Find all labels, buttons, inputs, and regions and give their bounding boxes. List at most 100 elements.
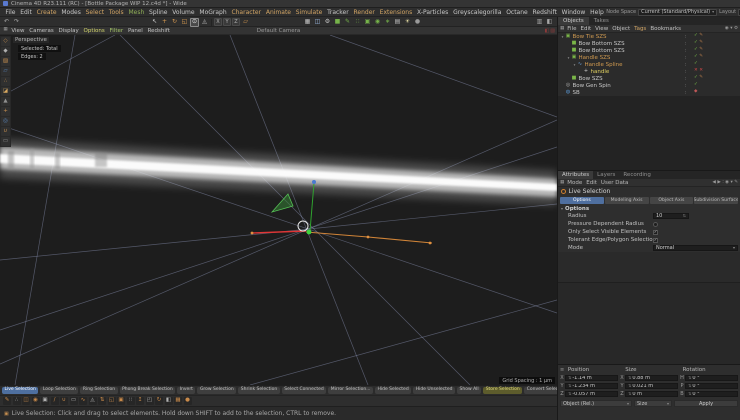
stepper-icon[interactable]: ⇅ (688, 392, 691, 396)
normal-move-icon[interactable]: ↥ (136, 397, 144, 405)
smooth-shift-icon[interactable]: ◬ (89, 397, 97, 405)
object-name[interactable]: Bow Bottom SZS (577, 41, 625, 47)
light-button[interactable]: ☀ (403, 18, 412, 27)
attr-history-icon[interactable]: ∶ (722, 180, 723, 185)
attr-back-icon[interactable]: ◀ (712, 180, 715, 185)
attr-forward-icon[interactable]: ▶ (717, 180, 720, 185)
workplane-mode-icon[interactable]: ▱ (1, 67, 10, 76)
extrude-icon[interactable]: ⇅ (98, 397, 106, 405)
render-view-button[interactable]: ▦ (303, 18, 312, 27)
stepper-icon[interactable]: ⇅ (688, 376, 691, 380)
om-menu-item[interactable]: View (593, 26, 610, 32)
selection-command-button[interactable]: Live Selection (2, 387, 38, 395)
menu-item[interactable]: Simulate (293, 9, 324, 16)
rotate-tool-icon[interactable]: ↻ (170, 18, 179, 27)
bridge-icon[interactable]: ◫ (22, 397, 30, 405)
om-settings-icon[interactable]: ⚙ (734, 26, 738, 31)
knife-icon[interactable]: ∕ (51, 397, 59, 405)
visibility-dots-icon[interactable]: ∶ (685, 48, 686, 54)
camera-button[interactable]: ▤ (393, 18, 402, 27)
undo-icon[interactable]: ↶ (2, 18, 11, 27)
x-axis-handle[interactable] (252, 231, 306, 233)
om-menu-item[interactable]: Tags (632, 26, 648, 32)
make-editable-icon[interactable]: ◇ (1, 37, 10, 46)
stepper-icon[interactable]: ⇅ (568, 384, 571, 388)
object-tag-icon[interactable]: ✎ (699, 55, 703, 60)
select-tool-icon[interactable]: ↖ (150, 18, 159, 27)
viewport-swap-icon[interactable]: ◧ (545, 28, 550, 34)
rotation-field[interactable]: ⇅0 ° (685, 391, 738, 397)
render-settings-button[interactable]: ⚙ (323, 18, 332, 27)
object-name[interactable]: Bow Bottom SZS (577, 48, 625, 54)
size-field[interactable]: ⇅0 m (625, 391, 678, 397)
attr-search-icon[interactable]: ◉ (725, 180, 729, 185)
object-row[interactable]: ▾ ▣ Bow Tie SZS ∶ ✓ ✎ (558, 33, 740, 40)
selection-command-button[interactable]: Invert (177, 387, 195, 395)
workplane-icon[interactable]: ▱ (241, 18, 250, 27)
stepper-icon[interactable]: ⇅ (628, 392, 631, 396)
normal-rotate-icon[interactable]: ↻ (155, 397, 163, 405)
menu-item[interactable]: Redshift (530, 9, 559, 16)
viewport-menu-item[interactable]: Options (81, 28, 107, 34)
section-tab[interactable]: Subdivision Surface (694, 197, 738, 204)
object-tag-icon[interactable]: ✓ (694, 34, 698, 39)
move-tool-icon[interactable]: + (160, 18, 169, 27)
viewport-menu-item[interactable]: Filter (107, 28, 125, 34)
attr-menu-item[interactable]: Edit (584, 180, 599, 186)
om-menu-item[interactable]: Object (610, 26, 632, 32)
attr-filter-icon[interactable]: ▾ (730, 180, 732, 185)
live-selection-tool-icon[interactable]: ⊙ (190, 18, 199, 27)
enable-axis-icon[interactable]: + (1, 107, 10, 116)
selection-command-button[interactable]: Grow Selection (197, 387, 236, 395)
polygon-pen-icon[interactable]: ✎ (3, 397, 11, 405)
tab-takes[interactable]: Takes (589, 17, 614, 25)
polygons-mode-icon[interactable]: ▲ (1, 97, 10, 106)
selected-point[interactable] (307, 230, 312, 235)
menu-item[interactable]: Volume (170, 9, 197, 16)
object-row[interactable]: + handle ∶ ✕ ✕ (558, 68, 740, 75)
spline-point[interactable] (429, 242, 432, 245)
menu-item[interactable]: File (3, 9, 18, 16)
selection-command-button[interactable]: Show All (457, 387, 481, 395)
menu-item[interactable]: X-Particles (415, 9, 451, 16)
object-name[interactable]: Handle Spline (583, 62, 623, 68)
menu-item[interactable]: MoGraph (197, 9, 229, 16)
menu-item[interactable]: Modes (59, 9, 83, 16)
close-hole-icon[interactable]: ▣ (41, 397, 49, 405)
object-name[interactable]: Bow Gen Spin (571, 83, 611, 89)
om-search-icon[interactable]: ◉ (725, 26, 729, 31)
mograph-button[interactable]: ∷ (353, 18, 362, 27)
object-tag-icon[interactable]: ✓ (694, 41, 698, 46)
options-group-header[interactable]: ▾ Options (558, 205, 740, 212)
node-space-select[interactable]: Current (Standard/Physical) ▾ (638, 9, 717, 16)
menu-item[interactable]: Tools (107, 9, 127, 16)
scale-tool-icon[interactable]: ◱ (180, 18, 189, 27)
matrix-extrude-icon[interactable]: ∷ (127, 397, 135, 405)
viewport-panel-icon[interactable]: ▦ (2, 27, 9, 34)
viewport-menu-item[interactable]: Cameras (27, 28, 56, 34)
object-tag-icon[interactable]: ✓ (694, 76, 698, 81)
tab-objects[interactable]: Objects (558, 17, 589, 25)
rotation-field[interactable]: ⇅0 ° (685, 375, 738, 381)
menu-item[interactable]: Octane (504, 9, 530, 16)
position-field[interactable]: ⇅-1.234 m (565, 383, 618, 389)
position-field[interactable]: ⇅-1.14 m (565, 375, 618, 381)
viewport-solo-icon[interactable]: ◎ (1, 117, 10, 126)
weld-icon[interactable]: ● (184, 397, 192, 405)
rotation-field[interactable]: ⇅0 ° (685, 383, 738, 389)
stepper-icon[interactable]: ⇅ (628, 376, 631, 380)
object-name[interactable]: Handle SZS (577, 55, 610, 61)
material-button[interactable]: ● (413, 18, 422, 27)
menu-item[interactable]: Spline (147, 9, 170, 16)
object-name[interactable]: Bow Tie SZS (571, 34, 607, 40)
edges-mode-icon[interactable]: ◪ (1, 87, 10, 96)
position-field[interactable]: ⇅-0.057 m (565, 391, 618, 397)
object-row[interactable]: ▾ ∿ Handle Spline ∶ ✓ (558, 61, 740, 68)
object-tag-icon[interactable]: ✓ (694, 48, 698, 53)
add-cube-button[interactable]: ■ (333, 18, 342, 27)
z-axis-handle-dot[interactable] (312, 180, 316, 184)
object-row[interactable]: ◍ SB ∶ ◆ (558, 89, 740, 96)
pressure-radius-checkbox[interactable] (653, 222, 658, 227)
selection-command-button[interactable]: Shrink Selection (238, 387, 279, 395)
stepper-icon[interactable]: ⇅ (568, 376, 571, 380)
